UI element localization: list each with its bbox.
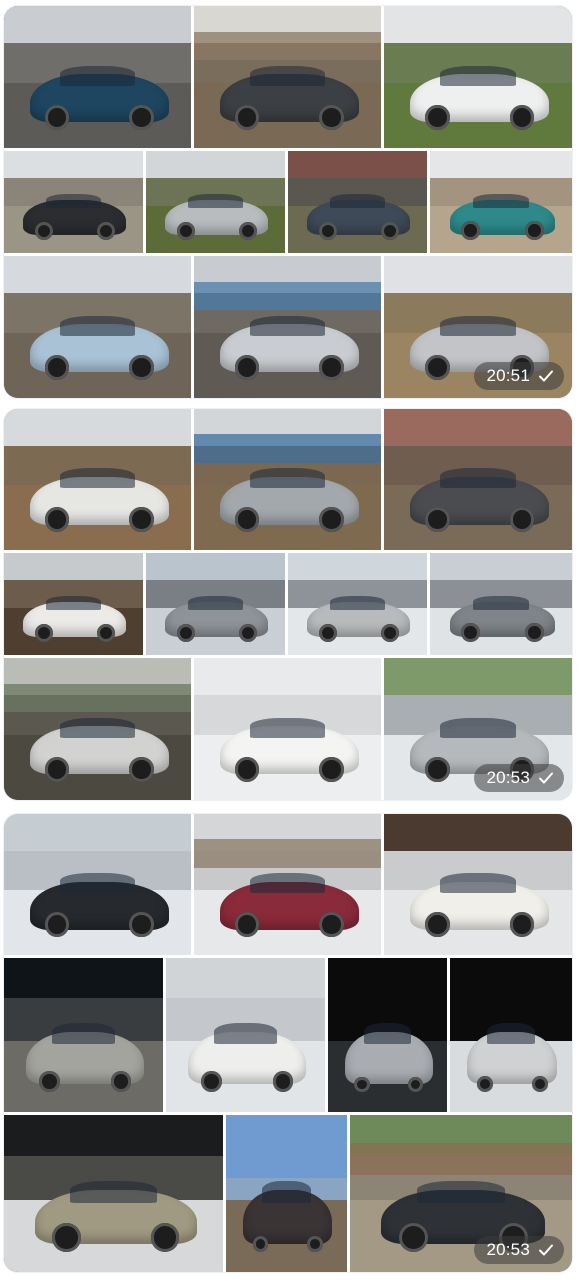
car-photo-15[interactable]: [146, 553, 285, 655]
photo-album-2: 20:53: [4, 409, 572, 800]
message-timestamp: 20:51: [474, 362, 564, 390]
album-row: 20:53: [4, 658, 572, 800]
album-row: 20:53: [4, 1115, 572, 1272]
car-photo-13[interactable]: [384, 409, 572, 550]
car-photo-14[interactable]: [4, 553, 143, 655]
car-photo-21[interactable]: [4, 814, 191, 955]
car-photo-6[interactable]: [288, 151, 427, 253]
car-photo-16[interactable]: [288, 553, 427, 655]
car-photo-11[interactable]: [4, 409, 191, 550]
album-row: 20:51: [4, 256, 572, 398]
car-photo-22[interactable]: [194, 814, 381, 955]
timestamp-text: 20:53: [486, 1240, 530, 1259]
timestamp-text: 20:51: [486, 366, 530, 385]
car-photo-23[interactable]: [384, 814, 572, 955]
read-check-icon: [539, 1244, 553, 1256]
album-row: [4, 409, 572, 550]
car-photo-28[interactable]: [4, 1115, 223, 1272]
car-photo-29[interactable]: [226, 1115, 347, 1272]
car-photo-25[interactable]: [166, 958, 325, 1112]
car-photo-1[interactable]: [4, 6, 191, 148]
read-check-icon: [539, 772, 553, 784]
car-photo-12[interactable]: [194, 409, 381, 550]
car-photo-10[interactable]: 20:51: [384, 256, 572, 398]
car-photo-19[interactable]: [194, 658, 381, 800]
car-photo-8[interactable]: [4, 256, 191, 398]
car-photo-5[interactable]: [146, 151, 285, 253]
car-photo-4[interactable]: [4, 151, 143, 253]
car-photo-3[interactable]: [384, 6, 572, 148]
car-photo-17[interactable]: [430, 553, 572, 655]
car-photo-30[interactable]: 20:53: [350, 1115, 572, 1272]
car-photo-24[interactable]: [4, 958, 163, 1112]
album-row: [4, 151, 572, 253]
car-photo-26[interactable]: [328, 958, 447, 1112]
photo-album-3: 20:53: [4, 814, 572, 1272]
album-row: [4, 958, 572, 1112]
car-photo-27[interactable]: [450, 958, 572, 1112]
message-timestamp: 20:53: [474, 1236, 564, 1264]
read-check-icon: [539, 370, 553, 382]
car-photo-18[interactable]: [4, 658, 191, 800]
album-row: [4, 6, 572, 148]
car-photo-2[interactable]: [194, 6, 381, 148]
car-photo-20[interactable]: 20:53: [384, 658, 572, 800]
album-row: [4, 553, 572, 655]
car-photo-9[interactable]: [194, 256, 381, 398]
timestamp-text: 20:53: [486, 768, 530, 787]
photo-album-1: 20:51: [4, 6, 572, 398]
message-timestamp: 20:53: [474, 764, 564, 792]
album-row: [4, 814, 572, 955]
car-photo-7[interactable]: [430, 151, 572, 253]
